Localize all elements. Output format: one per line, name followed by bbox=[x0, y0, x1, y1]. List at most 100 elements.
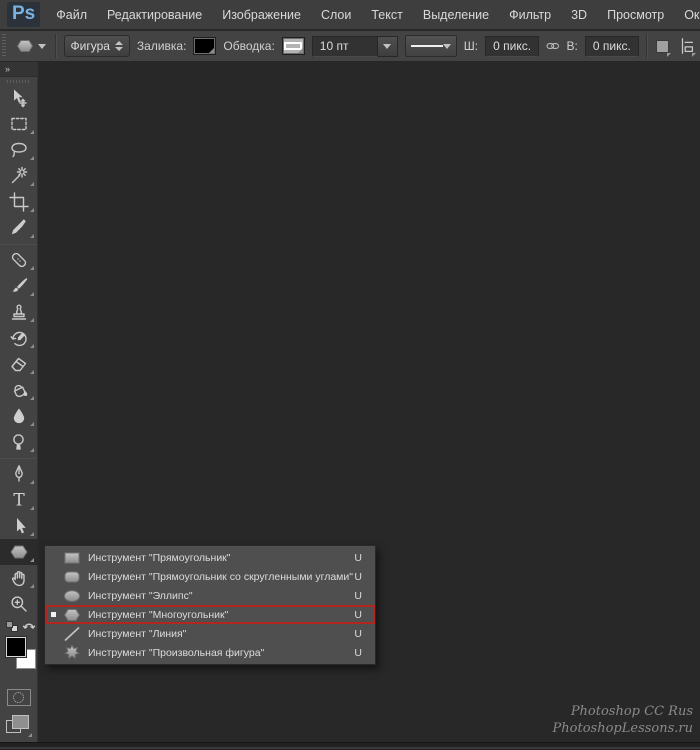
foreground-color-swatch[interactable] bbox=[6, 637, 26, 657]
rounded-rectangle-icon bbox=[62, 568, 83, 586]
panel-grip-handle[interactable] bbox=[0, 77, 37, 85]
eyedropper-icon bbox=[9, 218, 29, 238]
menu-filter[interactable]: Фильтр bbox=[499, 0, 561, 30]
polygon-shape-icon bbox=[9, 542, 29, 562]
separator bbox=[646, 34, 648, 58]
collapse-panel-button[interactable]: » bbox=[0, 62, 37, 77]
options-grip-handle[interactable] bbox=[2, 34, 6, 58]
bandage-icon bbox=[9, 250, 29, 270]
width-label: Ш: bbox=[464, 39, 478, 53]
crop-icon bbox=[9, 192, 29, 212]
brush-icon bbox=[9, 276, 29, 296]
tool-lasso[interactable] bbox=[0, 137, 38, 163]
magnifier-icon bbox=[9, 594, 29, 614]
tool-clone-stamp[interactable] bbox=[0, 299, 38, 325]
history-brush-icon bbox=[9, 328, 29, 348]
svg-text:T: T bbox=[13, 491, 25, 511]
solid-line-icon bbox=[411, 45, 443, 47]
height-label: В: bbox=[567, 39, 578, 53]
menu-bar: Ps Файл Редактирование Изображение Слои … bbox=[0, 0, 700, 30]
swap-colors-icon[interactable] bbox=[22, 619, 36, 631]
tool-brush[interactable] bbox=[0, 273, 38, 299]
stroke-width-dropdown-button[interactable] bbox=[378, 36, 398, 57]
shape-width-input[interactable]: 0 пикс. bbox=[485, 36, 539, 57]
tool-dodge[interactable] bbox=[0, 429, 38, 455]
flyout-item-rounded-rectangle-tool[interactable]: Инструмент "Прямоугольник со скругленным… bbox=[45, 567, 375, 586]
fill-color-swatch[interactable] bbox=[193, 37, 216, 55]
tool-pen[interactable] bbox=[0, 461, 38, 487]
flyout-item-line-tool[interactable]: Инструмент "Линия" U bbox=[45, 624, 375, 643]
chevron-down-icon bbox=[383, 44, 391, 49]
link-dimensions-icon[interactable] bbox=[546, 39, 559, 53]
hand-icon bbox=[9, 568, 29, 588]
chevron-down-icon bbox=[38, 44, 46, 49]
tool-move[interactable] bbox=[0, 85, 38, 111]
tool-eyedropper[interactable] bbox=[0, 215, 38, 241]
magic-wand-icon bbox=[9, 166, 29, 186]
tool-crop[interactable] bbox=[0, 189, 38, 215]
path-operations-button[interactable] bbox=[655, 35, 671, 57]
spin-arrows-icon bbox=[115, 41, 123, 51]
menu-image[interactable]: Изображение bbox=[212, 0, 311, 30]
flyout-item-custom-shape-tool[interactable]: Инструмент "Произвольная фигура" U bbox=[45, 643, 375, 662]
color-wells bbox=[0, 635, 37, 681]
menu-view[interactable]: Просмотр bbox=[597, 0, 674, 30]
tool-hand[interactable] bbox=[0, 565, 38, 591]
shape-height-input[interactable]: 0 пикс. bbox=[585, 36, 639, 57]
fill-label: Заливка: bbox=[137, 39, 187, 53]
eraser-icon bbox=[9, 354, 29, 374]
tool-type[interactable]: T bbox=[0, 487, 38, 513]
separator bbox=[55, 34, 57, 58]
paint-bucket-icon bbox=[9, 380, 29, 400]
flyout-item-label: Инструмент "Многоугольник" bbox=[88, 609, 228, 621]
lasso-icon bbox=[9, 140, 29, 160]
tool-polygon-shape[interactable] bbox=[0, 539, 38, 565]
polygon-tool-icon bbox=[15, 36, 35, 56]
chevron-down-icon bbox=[692, 53, 696, 57]
menu-edit[interactable]: Редактирование bbox=[97, 0, 212, 30]
menu-layers[interactable]: Слои bbox=[311, 0, 361, 30]
flyout-item-label: Инструмент "Прямоугольник" bbox=[88, 552, 231, 564]
stroke-width-input[interactable]: 10 пт bbox=[312, 36, 378, 57]
tool-paint-bucket[interactable] bbox=[0, 377, 38, 403]
menu-file[interactable]: Файл bbox=[46, 0, 97, 30]
tool-history-brush[interactable] bbox=[0, 325, 38, 351]
custom-shape-icon bbox=[62, 644, 83, 662]
screen-mode-icon-front bbox=[12, 715, 29, 729]
tool-magic-wand[interactable] bbox=[0, 163, 38, 189]
tool-blur[interactable] bbox=[0, 403, 38, 429]
tool-mode-select[interactable]: Фигура bbox=[64, 35, 130, 57]
menu-3d[interactable]: 3D bbox=[561, 0, 597, 30]
path-alignment-button[interactable] bbox=[678, 35, 696, 57]
tool-rectangular-marquee[interactable] bbox=[0, 111, 38, 137]
path-selection-arrow-icon bbox=[9, 516, 29, 536]
flyout-item-shortcut: U bbox=[354, 628, 375, 640]
tool-zoom[interactable] bbox=[0, 591, 38, 617]
default-colors-icon[interactable] bbox=[6, 621, 13, 628]
flyout-item-label: Инструмент "Эллипс" bbox=[88, 590, 193, 602]
watermark-line1: Photoshop CC Rus bbox=[553, 703, 693, 720]
screen-mode-button[interactable] bbox=[6, 715, 32, 737]
stroke-color-swatch[interactable] bbox=[282, 37, 305, 55]
flyout-item-rectangle-tool[interactable]: Инструмент "Прямоугольник" U bbox=[45, 548, 375, 567]
flyout-item-ellipse-tool[interactable]: Инструмент "Эллипс" U bbox=[45, 586, 375, 605]
menu-select[interactable]: Выделение bbox=[413, 0, 499, 30]
stroke-style-dropdown[interactable] bbox=[405, 35, 457, 57]
water-drop-icon bbox=[9, 406, 29, 426]
tool-path-selection[interactable] bbox=[0, 513, 38, 539]
menu-window[interactable]: Окно bbox=[674, 0, 700, 30]
quick-mask-mode-button[interactable] bbox=[7, 689, 31, 706]
flyout-item-polygon-tool[interactable]: Инструмент "Многоугольник" U bbox=[45, 605, 375, 624]
polygon-icon bbox=[62, 606, 83, 624]
chevron-down-icon bbox=[667, 53, 671, 57]
tool-eraser[interactable] bbox=[0, 351, 38, 377]
tool-preset-picker[interactable] bbox=[13, 34, 48, 58]
watermark: Photoshop CC Rus PhotoshopLessons.ru bbox=[553, 703, 693, 737]
menu-type[interactable]: Текст bbox=[361, 0, 412, 30]
combine-shapes-icon bbox=[656, 40, 669, 53]
marquee-icon bbox=[9, 114, 29, 134]
type-icon: T bbox=[9, 490, 29, 510]
flyout-item-shortcut: U bbox=[354, 590, 375, 602]
tool-spot-healing-brush[interactable] bbox=[0, 247, 38, 273]
tools-panel: » bbox=[0, 62, 38, 742]
